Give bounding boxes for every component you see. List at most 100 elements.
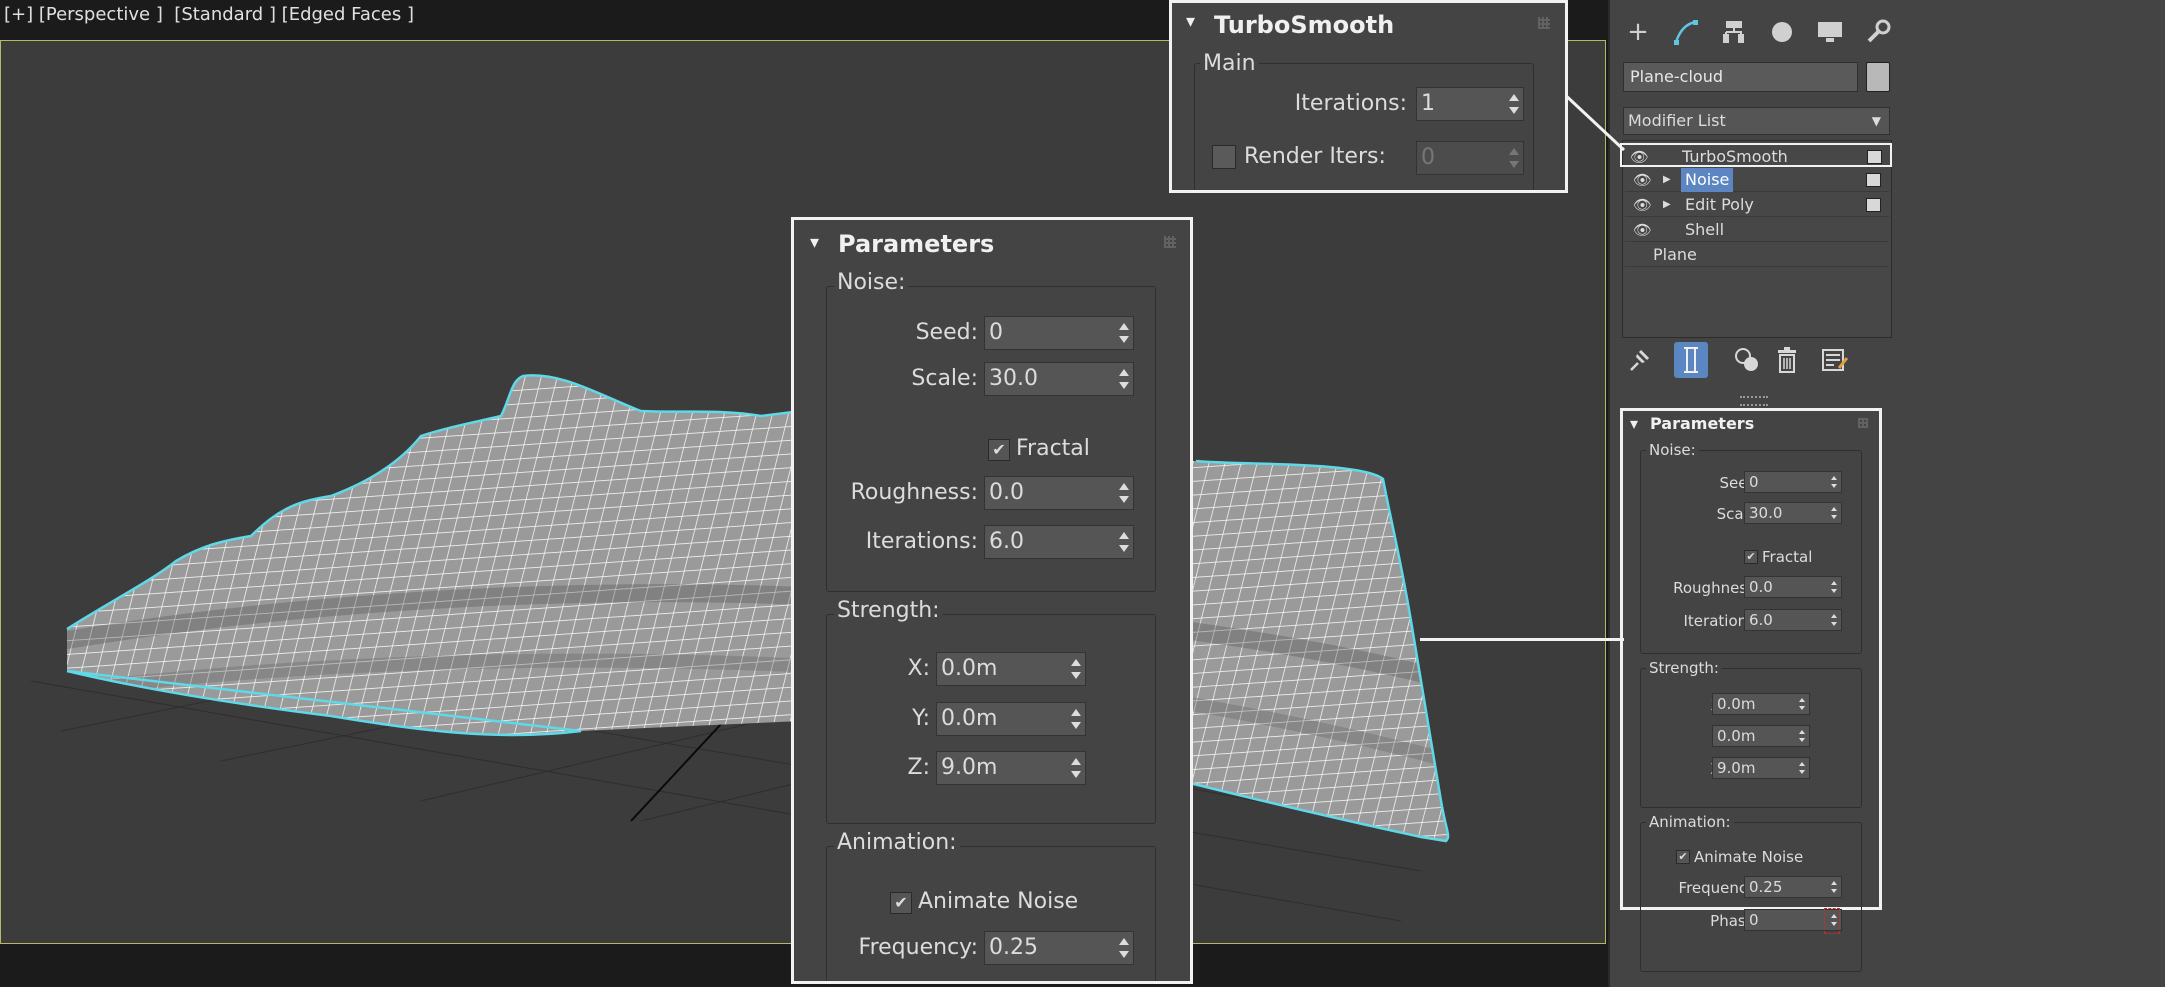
- stack-item-plane[interactable]: Plane: [1625, 243, 1889, 267]
- zoom-iterations-label: Iterations:: [865, 529, 978, 554]
- zoom-x-label: X:: [907, 656, 930, 681]
- rollout-title[interactable]: Parameters: [1650, 414, 1754, 433]
- eye-icon[interactable]: 👁: [1633, 193, 1652, 217]
- zoom-y-label: Y:: [912, 706, 930, 731]
- zoom-z-spinner[interactable]: 9.0m: [936, 751, 1086, 785]
- zoom-iterations-value: 6.0: [989, 529, 1024, 554]
- stack-item-edit-poly[interactable]: 👁 ▶ Edit Poly: [1625, 193, 1889, 217]
- zoom-iterations-spinner[interactable]: 6.0: [984, 525, 1134, 559]
- spinner-arrows-icon[interactable]: [1118, 526, 1130, 558]
- make-unique-icon[interactable]: [1730, 342, 1764, 378]
- zoom-fractal-checkbox[interactable]: ✔: [988, 439, 1010, 461]
- y-value: 0.0m: [1717, 727, 1756, 745]
- stack-item-turbosmooth[interactable]: 👁 TurboSmooth: [1620, 143, 1892, 167]
- zoom-seed-value: 0: [989, 320, 1003, 345]
- spinner-arrows-icon[interactable]: [1830, 610, 1838, 630]
- stack-item-toggle[interactable]: [1867, 150, 1882, 164]
- zoom-animate-noise-label: Animate Noise: [918, 889, 1079, 914]
- zoom-roughness-label: Roughness:: [850, 480, 978, 505]
- render-iters-value: 0: [1421, 145, 1435, 170]
- z-value: 9.0m: [1717, 759, 1756, 777]
- spinner-arrows-icon[interactable]: [1798, 694, 1806, 714]
- x-spinner[interactable]: 0.0m: [1712, 693, 1810, 715]
- stack-item-noise[interactable]: 👁 ▶ Noise: [1625, 168, 1889, 192]
- zoom-scale-spinner[interactable]: 30.0: [984, 362, 1134, 396]
- object-name-field[interactable]: Plane-cloud: [1623, 62, 1858, 92]
- spinner-arrows-icon[interactable]: [1508, 88, 1520, 120]
- grip-icon[interactable]: [1858, 418, 1868, 428]
- viewport-label[interactable]: [+] [Perspective ] [Standard ] [Edged Fa…: [4, 4, 414, 25]
- eye-icon[interactable]: 👁: [1630, 145, 1649, 169]
- frequency-spinner[interactable]: 0.25: [1744, 876, 1842, 898]
- spinner-arrows-icon[interactable]: [1118, 363, 1130, 395]
- stack-item-toggle[interactable]: [1866, 198, 1881, 212]
- spinner-arrows-icon[interactable]: [1798, 726, 1806, 746]
- spinner-arrows-icon[interactable]: [1070, 653, 1082, 685]
- zoom-x-value: 0.0m: [941, 656, 998, 681]
- eye-icon[interactable]: 👁: [1633, 168, 1652, 192]
- zoom-scale-value: 30.0: [989, 366, 1038, 391]
- z-spinner[interactable]: 9.0m: [1712, 757, 1810, 779]
- frequency-value: 0.25: [1749, 878, 1783, 896]
- show-end-result-icon[interactable]: [1674, 342, 1708, 378]
- scale-spinner[interactable]: 30.0: [1744, 502, 1842, 524]
- spinner-arrows-icon[interactable]: [1118, 932, 1130, 964]
- zoom-frequency-spinner[interactable]: 0.25: [984, 931, 1134, 965]
- modifier-list-dropdown[interactable]: Modifier List ▼: [1623, 107, 1890, 135]
- grip-icon[interactable]: [1164, 236, 1176, 248]
- zoom-animate-noise-checkbox[interactable]: ✔: [890, 892, 912, 914]
- spinner-arrows-icon[interactable]: [1830, 577, 1838, 597]
- zoom-fractal-label: Fractal: [1016, 436, 1090, 461]
- zoom-z-label: Z:: [907, 755, 930, 780]
- stack-toolbar: [1622, 342, 1892, 382]
- collapse-arrow-icon[interactable]: ▾: [1186, 11, 1195, 32]
- zoom-y-spinner[interactable]: 0.0m: [936, 702, 1086, 736]
- roughness-spinner[interactable]: 0.0: [1744, 576, 1842, 598]
- iterations-spinner[interactable]: 6.0: [1744, 609, 1842, 631]
- spinner-arrows-icon[interactable]: [1830, 877, 1838, 897]
- pin-stack-icon[interactable]: [1622, 342, 1656, 378]
- y-spinner[interactable]: 0.0m: [1712, 725, 1810, 747]
- spinner-arrows-icon[interactable]: [1118, 477, 1130, 509]
- collapse-arrow-icon[interactable]: ▾: [810, 232, 819, 253]
- zoom-seed-spinner[interactable]: 0: [984, 316, 1134, 350]
- motion-icon[interactable]: [1764, 14, 1800, 50]
- expand-arrow-icon[interactable]: ▶: [1663, 193, 1671, 217]
- create-icon[interactable]: +: [1620, 14, 1656, 50]
- spinner-arrows-icon[interactable]: [1830, 472, 1838, 492]
- object-color-swatch[interactable]: [1866, 62, 1890, 92]
- render-iters-spinner[interactable]: 0: [1416, 141, 1524, 175]
- zoom-strength-title: Strength:: [834, 598, 943, 623]
- configure-sets-icon[interactable]: [1818, 342, 1852, 378]
- collapse-arrow-icon[interactable]: ▾: [1630, 414, 1638, 433]
- render-iters-checkbox[interactable]: [1212, 145, 1236, 169]
- fractal-checkbox[interactable]: ✔: [1744, 550, 1758, 564]
- zoom-seed-label: Seed:: [915, 320, 978, 345]
- ts-iterations-spinner[interactable]: 1: [1416, 87, 1524, 121]
- utilities-icon[interactable]: [1860, 14, 1896, 50]
- zoom-params-title[interactable]: Parameters: [838, 230, 994, 258]
- spinner-arrows-icon[interactable]: [1070, 703, 1082, 735]
- eye-icon[interactable]: 👁: [1633, 218, 1652, 242]
- grip-icon[interactable]: [1538, 17, 1550, 29]
- expand-arrow-icon[interactable]: ▶: [1663, 168, 1671, 192]
- stack-item-label: Plane: [1653, 245, 1697, 264]
- display-icon[interactable]: [1812, 14, 1848, 50]
- panel-resize-handle[interactable]: [1740, 396, 1768, 406]
- zoom-x-spinner[interactable]: 0.0m: [936, 652, 1086, 686]
- animate-noise-checkbox[interactable]: ✔: [1676, 850, 1690, 864]
- turbosmooth-title[interactable]: TurboSmooth: [1214, 11, 1394, 39]
- zoom-roughness-value: 0.0: [989, 480, 1024, 505]
- spinner-arrows-icon[interactable]: [1830, 503, 1838, 523]
- spinner-arrows-icon[interactable]: [1118, 317, 1130, 349]
- stack-item-toggle[interactable]: [1866, 173, 1881, 187]
- spinner-arrows-icon[interactable]: [1798, 758, 1806, 778]
- hierarchy-icon[interactable]: [1716, 14, 1752, 50]
- stack-item-shell[interactable]: 👁 Shell: [1625, 218, 1889, 242]
- modify-icon[interactable]: [1668, 14, 1704, 50]
- spinner-arrows-icon[interactable]: [1508, 142, 1520, 174]
- seed-spinner[interactable]: 0: [1744, 471, 1842, 493]
- spinner-arrows-icon[interactable]: [1070, 752, 1082, 784]
- remove-modifier-icon[interactable]: [1770, 342, 1804, 378]
- zoom-roughness-spinner[interactable]: 0.0: [984, 476, 1134, 510]
